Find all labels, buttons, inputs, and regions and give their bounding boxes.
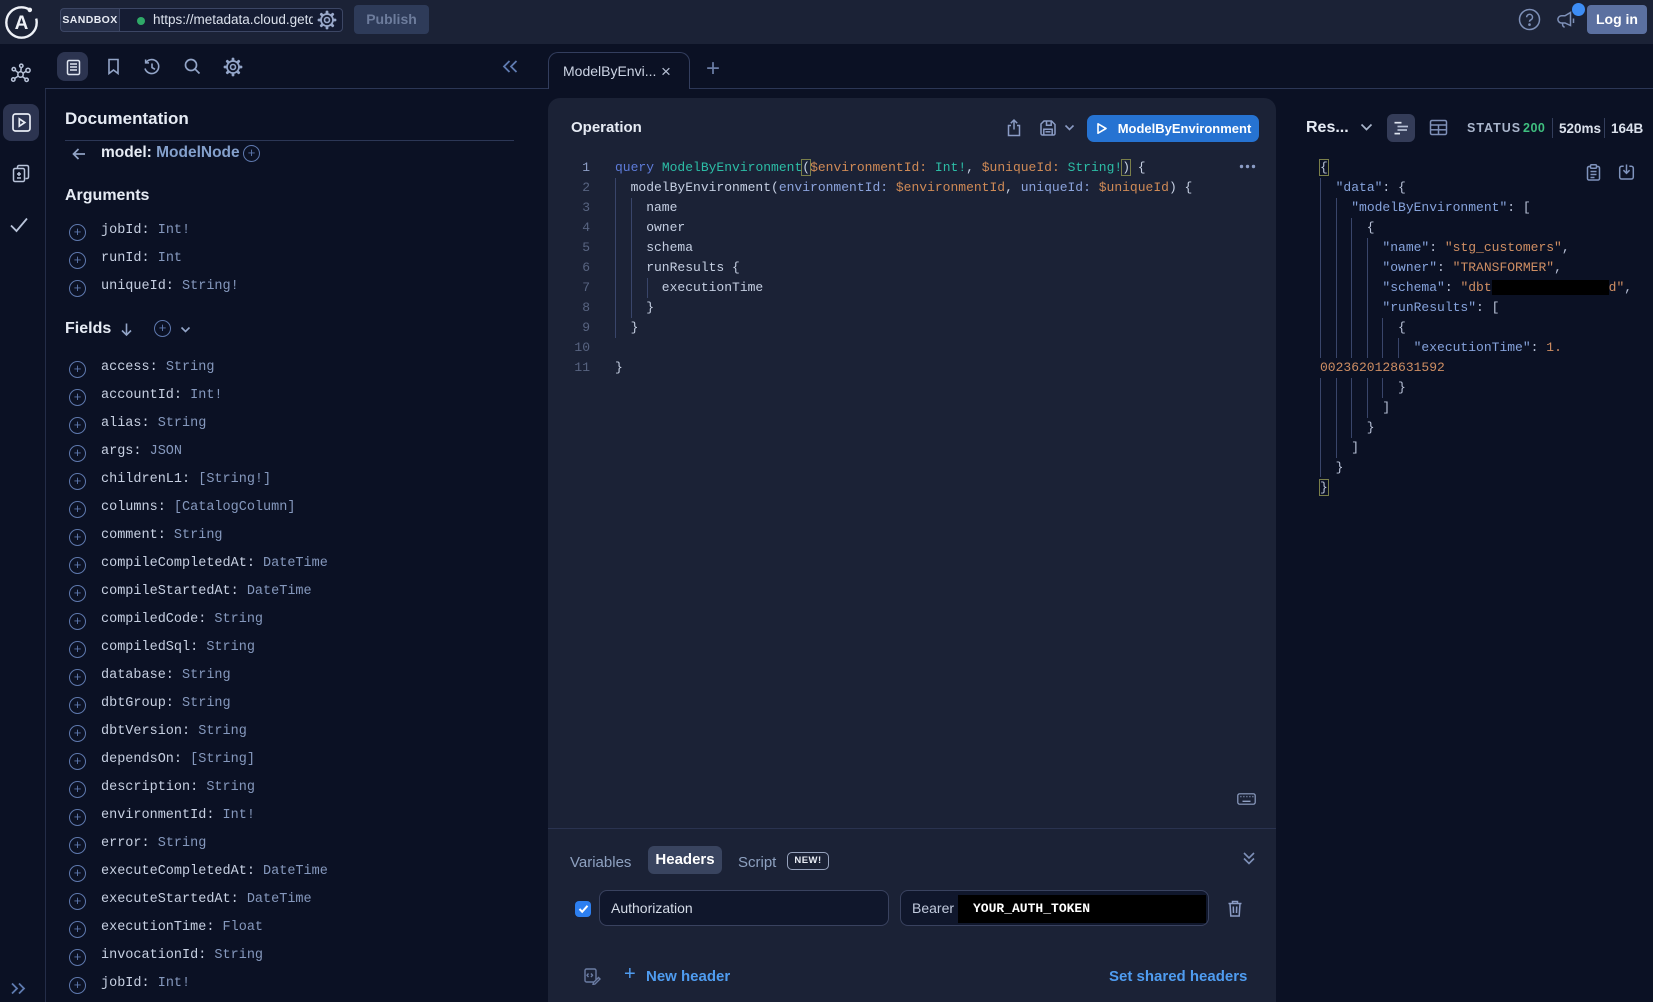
svg-text:A: A	[15, 13, 29, 34]
